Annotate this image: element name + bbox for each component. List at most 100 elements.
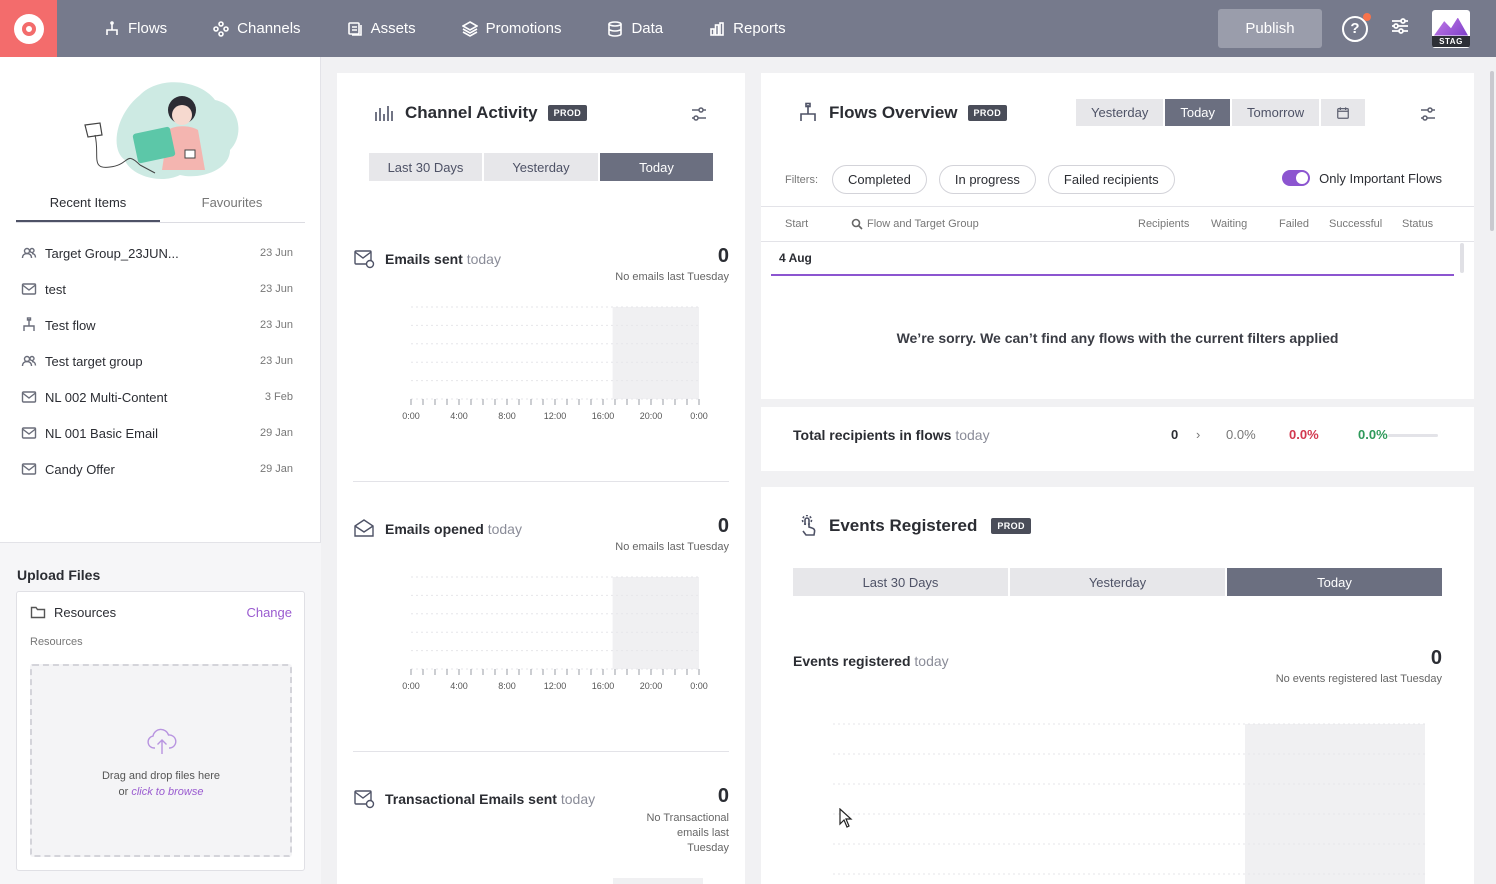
total-success-pct: 0.0% (1358, 427, 1388, 442)
dropzone-line: Drag and drop files here (101, 770, 220, 782)
touch-icon (801, 515, 816, 536)
change-folder-link[interactable]: Change (246, 605, 292, 620)
list-item[interactable]: Candy Offer 29 Jan (16, 451, 305, 487)
list-item[interactable]: Test target group 23 Jun (16, 343, 305, 379)
metric-comparison: No Transactional emails last Tuesday (646, 812, 729, 854)
nav-item-assets[interactable]: Assets (324, 0, 439, 57)
events-range-selector: Last 30 Days Yesterday Today (793, 568, 1442, 596)
nav-item-promotions[interactable]: Promotions (439, 0, 585, 57)
flows-table-header: Start Flow and Target Group Recipients W… (761, 206, 1474, 242)
day-tomorrow[interactable]: Tomorrow (1232, 99, 1320, 126)
top-right-actions: Publish ? STAG (1218, 0, 1496, 57)
chevron-right-icon[interactable]: › (1196, 427, 1200, 442)
col-start[interactable]: Start (785, 218, 808, 230)
metric-suffix: today (914, 653, 949, 669)
metric-name: Transactional Emails sent (385, 791, 557, 807)
calendar-button[interactable] (1321, 99, 1366, 126)
divider (353, 481, 729, 482)
target-group-icon (21, 247, 37, 259)
x-tick-label: 0:00 (402, 411, 420, 421)
range-last-30-days[interactable]: Last 30 Days (793, 568, 1008, 596)
assets-icon (347, 21, 362, 36)
x-tick-label: 16:00 (592, 411, 615, 421)
metric-value: 0 (717, 515, 729, 537)
col-status[interactable]: Status (1402, 218, 1433, 230)
range-yesterday[interactable]: Yesterday (484, 153, 598, 181)
recent-item-date: 23 Jun (259, 319, 293, 331)
recent-item-date: 29 Jan (259, 463, 293, 475)
range-today[interactable]: Today (600, 153, 713, 181)
reports-icon (710, 21, 724, 36)
nav-item-channels[interactable]: Channels (190, 0, 323, 57)
date-group-line (771, 274, 1454, 276)
range-today[interactable]: Today (1227, 568, 1442, 596)
calendar-icon (1337, 106, 1349, 119)
email-icon (21, 391, 37, 403)
tab-recent-items[interactable]: Recent Items (16, 187, 160, 222)
metric-suffix: today (466, 251, 501, 267)
metric-events-registered: Events registered today 0 No events regi… (793, 647, 1442, 697)
metric-value: 0 (717, 245, 729, 267)
app-logo[interactable] (0, 0, 57, 57)
page-scrollbar[interactable] (1488, 57, 1496, 884)
file-dropzone[interactable]: Drag and drop files here or click to bro… (30, 664, 292, 857)
important-flows-toggle[interactable] (1282, 170, 1311, 186)
total-suffix: today (955, 427, 990, 443)
recent-item-date: 23 Jun (259, 283, 293, 295)
list-item[interactable]: NL 002 Multi-Content 3 Feb (16, 379, 305, 415)
col-failed[interactable]: Failed (1279, 218, 1309, 230)
total-recipients-row: Total recipients in flows today 0 › 0.0%… (793, 427, 1442, 447)
x-tick-label: 4:00 (450, 411, 468, 421)
col-waiting[interactable]: Waiting (1211, 218, 1247, 230)
range-yesterday[interactable]: Yesterday (1010, 568, 1225, 596)
events-registered-title: Events Registered PROD (797, 515, 1031, 537)
filter-in-progress[interactable]: In progress (938, 165, 1036, 194)
filter-failed-recipients[interactable]: Failed recipients (1047, 165, 1175, 194)
section-separator (761, 399, 1474, 407)
sidebar-tabs: Recent Items Favourites (16, 187, 305, 223)
settings-sliders-icon[interactable] (1390, 16, 1410, 41)
nav-item-reports[interactable]: Reports (686, 0, 809, 57)
total-waiting-pct: 0.0% (1226, 427, 1256, 442)
list-item[interactable]: Test flow 23 Jun (16, 307, 305, 343)
col-successful[interactable]: Successful (1329, 218, 1382, 230)
day-yesterday[interactable]: Yesterday (1076, 99, 1164, 126)
hourly-chart-svg: 0:00 4:00 8:00 12:00 16:00 20:00 0:00 (402, 576, 708, 691)
events-registered-card: Events Registered PROD Last 30 Days Yest… (761, 487, 1474, 884)
card-settings-icon[interactable] (1419, 105, 1437, 128)
publish-button[interactable]: Publish (1218, 9, 1322, 48)
day-today[interactable]: Today (1165, 99, 1231, 126)
future-hours-shade (612, 307, 699, 399)
x-tick-label: 8:00 (498, 411, 516, 421)
list-item[interactable]: test 23 Jun (16, 271, 305, 307)
nav-item-data[interactable]: Data (584, 0, 686, 57)
x-tick-label: 20:00 (640, 411, 663, 421)
emails-sent-chart: 0:00 4:00 8:00 12:00 16:00 20:00 0:00 (402, 305, 708, 428)
channel-activity-card: Channel Activity PROD Last 30 Days Yeste… (337, 73, 745, 884)
nav-item-flows[interactable]: Flows (81, 0, 190, 57)
metric-value: 0 (1430, 647, 1442, 669)
environment-mountain-icon (1434, 17, 1468, 36)
tab-favourites[interactable]: Favourites (160, 187, 304, 222)
welcome-illustration (80, 75, 245, 190)
list-item[interactable]: Target Group_23JUN... 23 Jun (16, 235, 305, 271)
environment-badge[interactable]: STAG (1432, 9, 1470, 48)
filters-label: Filters: (785, 173, 818, 186)
flow-search-input[interactable]: Flow and Target Group (867, 218, 979, 230)
filter-completed[interactable]: Completed (832, 165, 927, 194)
x-tick-label: 16:00 (592, 681, 615, 691)
recent-item-name: NL 001 Basic Email (45, 425, 158, 441)
nav-label: Reports (733, 20, 786, 37)
recent-item-name: NL 002 Multi-Content (45, 389, 168, 405)
card-settings-icon[interactable] (690, 105, 708, 128)
recent-item-name: Test flow (45, 317, 96, 333)
list-item[interactable]: NL 001 Basic Email 29 Jan (16, 415, 305, 451)
col-recipients[interactable]: Recipients (1138, 218, 1189, 230)
transactional-chart-stub (405, 875, 705, 884)
flows-scrollbar[interactable] (1460, 243, 1464, 273)
metric-name: Events registered (793, 653, 911, 669)
browse-link[interactable]: click to browse (131, 786, 203, 798)
range-last-30-days[interactable]: Last 30 Days (369, 153, 482, 181)
nav-label: Channels (237, 20, 301, 37)
help-icon[interactable]: ? (1342, 12, 1371, 42)
